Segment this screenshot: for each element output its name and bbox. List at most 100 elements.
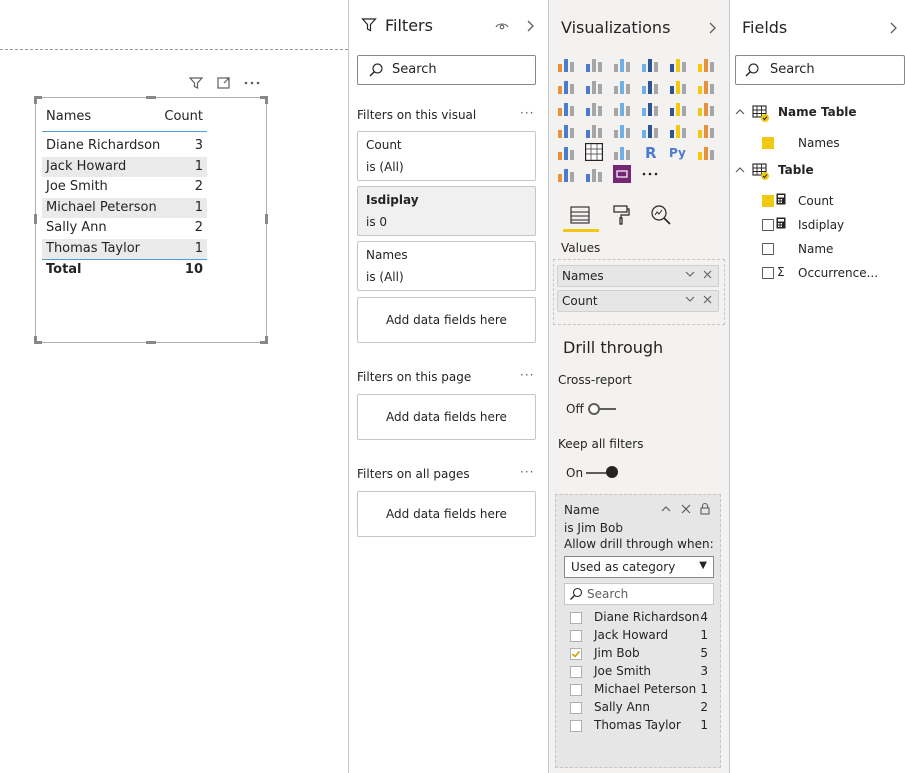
cross-report-toggle[interactable]: [588, 402, 618, 416]
key-influencers-icon[interactable]: [697, 143, 715, 161]
area-chart-icon[interactable]: [585, 77, 603, 95]
drill-value-item[interactable]: Michael Peterson 1: [570, 681, 708, 699]
fields-tab-icon[interactable]: [569, 205, 591, 228]
filters-search-input[interactable]: Search: [357, 55, 536, 85]
drill-value-item[interactable]: Sally Ann 2: [570, 699, 708, 717]
clustered-column-icon[interactable]: [641, 55, 659, 73]
drill-value-checkbox[interactable]: [570, 648, 582, 660]
pie-chart-icon[interactable]: [641, 99, 659, 117]
100-column-icon[interactable]: [697, 55, 715, 73]
100-bar-icon[interactable]: [669, 55, 687, 73]
analytics-magnifier-icon[interactable]: [650, 204, 672, 229]
column-header-names[interactable]: Names: [46, 104, 91, 130]
table-row: Jack Howard 1: [42, 157, 207, 177]
drill-value-item[interactable]: Diane Richardson 4: [570, 609, 708, 627]
lock-icon[interactable]: [699, 502, 711, 519]
field-checkbox[interactable]: [762, 219, 774, 231]
add-visual-filter-drop-zone[interactable]: Add data fields here: [357, 297, 536, 343]
drill-value-name: Michael Peterson: [594, 682, 697, 696]
resize-handle[interactable]: [265, 214, 268, 224]
table-icon[interactable]: [584, 142, 604, 162]
resize-handle[interactable]: [146, 96, 156, 99]
more-options-icon[interactable]: [243, 75, 260, 91]
line-column-icon[interactable]: [641, 77, 659, 95]
matrix-icon[interactable]: [613, 143, 631, 161]
collapse-fields-chevron-icon[interactable]: [889, 21, 899, 38]
field-checkbox[interactable]: [762, 267, 774, 279]
drill-value-checkbox[interactable]: [570, 612, 582, 624]
resize-handle[interactable]: [265, 96, 268, 104]
filled-map-icon[interactable]: [585, 121, 603, 139]
funnel-icon[interactable]: [585, 99, 603, 117]
fields-search-input[interactable]: Search: [735, 55, 905, 85]
qa-icon[interactable]: [557, 165, 575, 183]
filters-on-page-label: Filters on this page: [357, 370, 472, 384]
drill-value-item[interactable]: Jim Bob 5: [570, 645, 708, 663]
more-options-icon[interactable]: ···: [520, 368, 534, 382]
more-options-icon[interactable]: ···: [520, 106, 534, 120]
drill-value-checkbox[interactable]: [570, 702, 582, 714]
drill-value-checkbox[interactable]: [570, 684, 582, 696]
filter-icon[interactable]: [188, 75, 204, 91]
collapse-filters-chevron-icon[interactable]: [526, 19, 536, 36]
drill-value-item[interactable]: Joe Smith 3: [570, 663, 708, 681]
scatter-icon[interactable]: [613, 99, 631, 117]
add-page-filter-drop-zone[interactable]: Add data fields here: [357, 394, 536, 440]
collapse-chevron-up-icon[interactable]: [660, 503, 672, 518]
card-icon[interactable]: [641, 121, 659, 139]
drill-value-item[interactable]: Thomas Taylor 1: [570, 717, 708, 735]
more-visuals-icon[interactable]: [641, 165, 659, 183]
stacked-bar-icon[interactable]: [557, 55, 575, 73]
filter-card-isdiplay[interactable]: Isdiplay is 0: [357, 186, 536, 236]
drill-value-checkbox[interactable]: [570, 630, 582, 642]
r-visual-icon[interactable]: R: [641, 143, 659, 162]
python-visual-icon[interactable]: Py: [669, 143, 687, 161]
focus-mode-icon[interactable]: [216, 75, 232, 91]
values-well-count[interactable]: Count: [557, 290, 719, 312]
eye-icon[interactable]: [495, 19, 509, 36]
resize-handle[interactable]: [265, 336, 268, 344]
drill-value-checkbox[interactable]: [570, 720, 582, 732]
waterfall-icon[interactable]: [557, 99, 575, 117]
power-apps-icon[interactable]: [613, 165, 631, 183]
ribbon-chart-icon[interactable]: [697, 77, 715, 95]
treemap-icon[interactable]: [697, 99, 715, 117]
field-checkbox[interactable]: [762, 137, 774, 149]
resize-handle[interactable]: [34, 214, 37, 224]
gauge-icon[interactable]: [613, 121, 631, 139]
drill-value-checkbox[interactable]: [570, 666, 582, 678]
resize-handle[interactable]: [34, 336, 37, 344]
line-clustered-icon[interactable]: [669, 77, 687, 95]
filters-on-visual-label: Filters on this visual: [357, 108, 477, 122]
map-icon[interactable]: [557, 121, 575, 139]
format-paint-roller-icon[interactable]: [611, 204, 631, 229]
resize-handle[interactable]: [146, 341, 156, 344]
column-header-count[interactable]: Count: [164, 104, 203, 130]
drill-mode-select[interactable]: Used as category ▼: [564, 556, 714, 578]
kpi-icon[interactable]: [697, 121, 715, 139]
table-row: Joe Smith 2: [42, 177, 207, 197]
donut-chart-icon[interactable]: [669, 99, 687, 117]
collapse-visualizations-chevron-icon[interactable]: [708, 21, 718, 38]
field-checkbox[interactable]: [762, 195, 774, 207]
filter-card-count[interactable]: Count is (All): [357, 131, 536, 181]
close-icon[interactable]: [680, 503, 692, 518]
more-options-icon[interactable]: ···: [520, 465, 534, 479]
keep-all-filters-toggle[interactable]: [586, 466, 618, 480]
add-report-filter-drop-zone[interactable]: Add data fields here: [357, 491, 536, 537]
drill-search-input[interactable]: Search: [564, 583, 714, 605]
line-chart-icon[interactable]: [557, 77, 575, 95]
drill-value-item[interactable]: Jack Howard 1: [570, 627, 708, 645]
arcgis-icon[interactable]: [585, 165, 603, 183]
field-checkbox[interactable]: [762, 243, 774, 255]
stacked-area-icon[interactable]: [613, 77, 631, 95]
clustered-bar-icon[interactable]: [613, 55, 631, 73]
slicer-icon[interactable]: [557, 143, 575, 161]
table-row: Sally Ann 2: [42, 218, 207, 238]
filter-card-names[interactable]: Names is (All): [357, 241, 536, 291]
stacked-column-icon[interactable]: [585, 55, 603, 73]
table-visual[interactable]: Names Count Diane Richardson 3 Jack Howa…: [34, 96, 268, 344]
values-well-names[interactable]: Names: [557, 265, 719, 287]
multi-row-card-icon[interactable]: [669, 121, 687, 139]
resize-handle[interactable]: [34, 96, 37, 104]
